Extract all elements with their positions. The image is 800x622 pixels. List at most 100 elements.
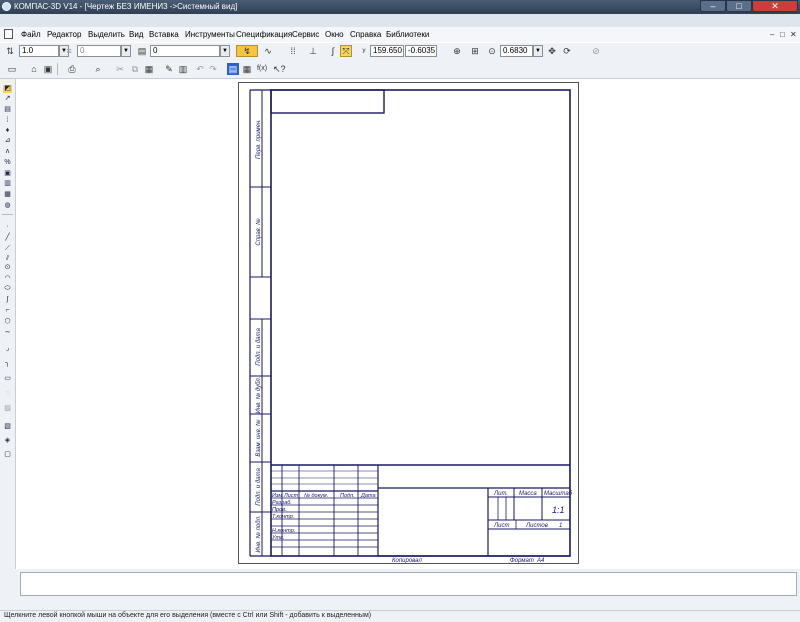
chamfer-icon[interactable]: ⌟ [3, 345, 12, 353]
refresh-icon[interactable]: ⟳ [561, 45, 573, 57]
xy-icon[interactable]: ʸ [358, 45, 370, 57]
menu-service[interactable]: Сервис [292, 30, 319, 39]
hatch-icon[interactable]: ▨ [3, 405, 12, 413]
coord-snap-icon[interactable]: ⤧ [340, 45, 352, 57]
drawing-sheet[interactable]: Перв. примен. Справ. № Подп. и дата Инв.… [16, 79, 800, 569]
coord-x-field[interactable]: 159.650 [370, 45, 404, 57]
auxiliary-line-icon[interactable]: ⟋ [3, 245, 12, 253]
copied-label: Копировал [392, 558, 422, 564]
menu-tools[interactable]: Инструменты [185, 30, 235, 39]
zoom-icon[interactable]: ⊙ [486, 45, 498, 57]
curve-icon[interactable]: ∼ [3, 329, 12, 337]
edit-panel-icon[interactable]: ⁞ [3, 117, 12, 125]
pan-icon[interactable]: ✥ [546, 45, 558, 57]
ellipse-icon[interactable]: ⬭ [3, 285, 12, 293]
view-dropdown[interactable]: ▼ [220, 45, 230, 57]
layer-icon[interactable]: ≡ [63, 45, 75, 57]
properties-icon[interactable]: ✎ [163, 63, 175, 75]
drawing-canvas[interactable]: Перв. примен. Справ. № Подп. и дата Инв.… [16, 79, 800, 569]
doc-close-button[interactable]: ✕ [790, 30, 797, 39]
help-pointer-icon[interactable]: ↖? [272, 63, 286, 75]
variables-icon[interactable]: ▦ [241, 63, 253, 75]
arc-icon[interactable]: ◠ [3, 275, 12, 283]
spline-icon[interactable]: ∫ [3, 296, 12, 304]
properties-panel [0, 569, 800, 610]
layer-dropdown[interactable]: ▼ [121, 45, 131, 57]
paste-icon[interactable]: ▦ [143, 63, 155, 75]
zoom-field[interactable]: 0.6830 [500, 45, 533, 57]
collect-contour-icon[interactable]: ▢ [3, 451, 12, 459]
manager-icon[interactable]: ▥ [177, 63, 189, 75]
style-field[interactable]: 1.0 [19, 45, 59, 57]
menu-editor[interactable]: Редактор [47, 30, 81, 39]
document-icon[interactable] [4, 29, 13, 39]
zoom-all-icon[interactable]: ⊞ [469, 45, 481, 57]
print-icon[interactable]: ⎙ [63, 63, 81, 75]
disabled-tool-icon[interactable]: ⊘ [590, 45, 602, 57]
menu-help[interactable]: Справка [350, 30, 381, 39]
measure-panel-icon[interactable]: ⊿ [3, 137, 12, 145]
view-field[interactable]: 0 [150, 45, 220, 57]
menu-libraries[interactable]: Библиотеки [386, 30, 429, 39]
view-panel-icon[interactable]: ◍ [3, 202, 12, 210]
menu-specification[interactable]: Спецификация [236, 30, 292, 39]
circle-icon[interactable]: ⊙ [3, 264, 12, 272]
menu-select[interactable]: Выделить [88, 30, 125, 39]
ortho-icon[interactable]: ⊥ [307, 45, 319, 57]
point-icon[interactable]: · [3, 223, 12, 231]
fillet-icon[interactable]: ╮ [3, 360, 12, 368]
reports-panel-icon[interactable]: ▣ [3, 170, 12, 178]
menu-bar: Файл Редактор Выделить Вид Вставка Инстр… [0, 27, 800, 42]
open-file-icon[interactable]: ⌂ [28, 63, 40, 75]
layer-field[interactable]: 0 [77, 45, 121, 57]
window-frame [0, 14, 800, 27]
close-button[interactable]: ✕ [752, 0, 798, 12]
local-cs-icon[interactable]: ⇅ [4, 45, 16, 57]
menu-insert[interactable]: Вставка [149, 30, 179, 39]
select-panel-icon[interactable]: ʌ [3, 148, 12, 156]
spec-panel-icon[interactable]: % [3, 159, 12, 167]
dimensions-panel-icon[interactable]: ↗ [3, 95, 12, 103]
link-icon[interactable]: ∿ [262, 45, 274, 57]
library-panel-icon[interactable]: ▦ [3, 191, 12, 199]
doc-restore-button[interactable]: □ [780, 30, 785, 39]
rectangle-icon[interactable]: ▭ [3, 375, 12, 383]
undo-icon[interactable]: ↶ [194, 63, 206, 75]
zoom-dropdown[interactable]: ▼ [533, 45, 543, 57]
redo-icon[interactable]: ↷ [207, 63, 219, 75]
view-icon[interactable]: ▤ [136, 45, 148, 57]
menu-window[interactable]: Окно [325, 30, 344, 39]
polyline-icon[interactable]: ⌐ [3, 307, 12, 315]
parametrization-panel-icon[interactable]: ♦ [3, 127, 12, 135]
snap-icon[interactable]: ↯ [236, 45, 258, 57]
save-file-icon[interactable]: ▣ [42, 63, 54, 75]
cut-icon[interactable]: ✂ [114, 63, 126, 75]
new-file-icon[interactable]: ▭ [6, 63, 18, 75]
insert-panel-icon[interactable]: ▥ [3, 180, 12, 188]
command-panel[interactable] [20, 572, 797, 596]
copy-icon[interactable]: ⧉ [129, 63, 141, 75]
contour-icon[interactable]: ◌ [3, 390, 12, 398]
coord-y-field[interactable]: -0.6035 [405, 45, 437, 57]
polygon-icon[interactable]: ⬡ [3, 318, 12, 326]
grid-icon[interactable]: ⁞⁞ [283, 45, 303, 57]
fill-icon[interactable]: ▧ [3, 423, 12, 431]
equidistant-icon[interactable]: ◈ [3, 437, 12, 445]
maximize-button[interactable]: □ [726, 0, 752, 12]
minimize-button[interactable]: – [700, 0, 726, 12]
window-title: КОМПАС-3D V14 - [Чертеж БЕЗ ИМЕНИ3 ->Сис… [14, 2, 238, 11]
current-state-toolbar: ⇅ 1.0 ▼ ≡ 0 ▼ ▤ 0 ▼ ↯ ∿ ⁞⁞ ⊥ ∫ ⤧ ʸ 159.6… [0, 43, 800, 61]
header-izm: Изм [272, 493, 282, 499]
segment-icon[interactable]: ╱ [3, 234, 12, 242]
parallel-lines-icon[interactable]: ⫽ [3, 255, 12, 263]
preview-icon[interactable]: ⌕ [89, 63, 107, 75]
fx-button[interactable]: f(x) [255, 63, 269, 75]
menu-file[interactable]: Файл [21, 30, 41, 39]
menu-view[interactable]: Вид [129, 30, 143, 39]
zoom-window-icon[interactable]: ⊕ [451, 45, 463, 57]
round-icon[interactable]: ∫ [327, 45, 339, 57]
symbols-panel-icon[interactable]: ▤ [3, 106, 12, 114]
doc-minimize-button[interactable]: – [770, 30, 774, 39]
geometry-panel-icon[interactable]: ◩ [3, 85, 12, 93]
tree-icon[interactable]: ▤ [227, 63, 239, 75]
